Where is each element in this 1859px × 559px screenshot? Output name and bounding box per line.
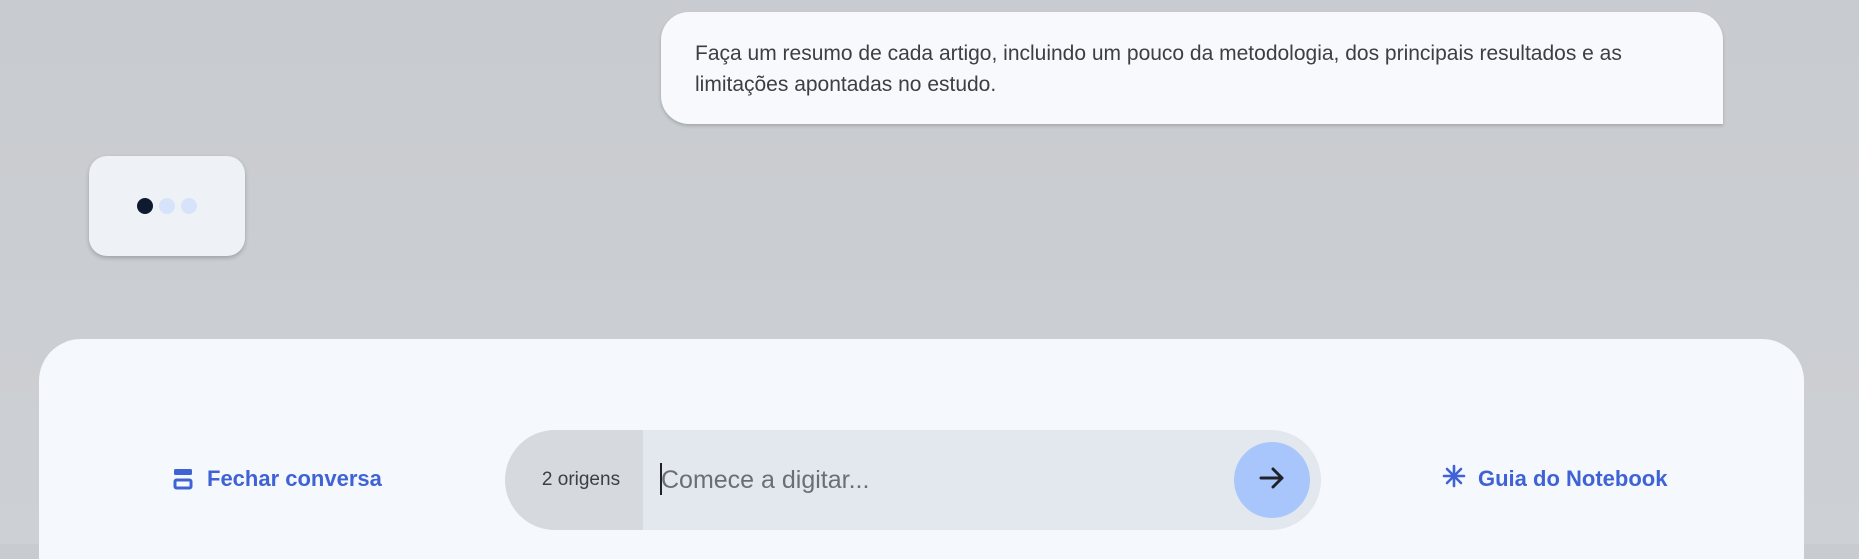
chat-input[interactable] — [655, 455, 1221, 505]
arrow-right-icon — [1256, 462, 1288, 499]
send-button[interactable] — [1234, 442, 1310, 518]
chat-composer: 2 origens — [505, 430, 1321, 530]
close-chat-label: Fechar conversa — [207, 466, 382, 491]
collapse-chat-icon — [173, 467, 193, 491]
text-caret — [660, 463, 662, 495]
close-chat-button[interactable]: Fechar conversa — [173, 464, 382, 494]
sources-count-label: 2 origens — [541, 469, 621, 490]
user-message-bubble: Faça um resumo de cada artigo, incluindo… — [661, 12, 1723, 124]
notebook-guide-label: Guia do Notebook — [1478, 466, 1668, 491]
response-loading-indicator — [89, 156, 245, 256]
loading-dot — [137, 198, 153, 214]
loading-dot — [159, 198, 175, 214]
loading-dot — [181, 198, 197, 214]
sources-count-chip[interactable]: 2 origens — [505, 430, 643, 530]
asterisk-sparkle-icon — [1442, 464, 1466, 494]
notebook-guide-button[interactable]: Guia do Notebook — [1442, 464, 1667, 494]
user-message-text: Faça um resumo de cada artigo, incluindo… — [695, 42, 1622, 96]
